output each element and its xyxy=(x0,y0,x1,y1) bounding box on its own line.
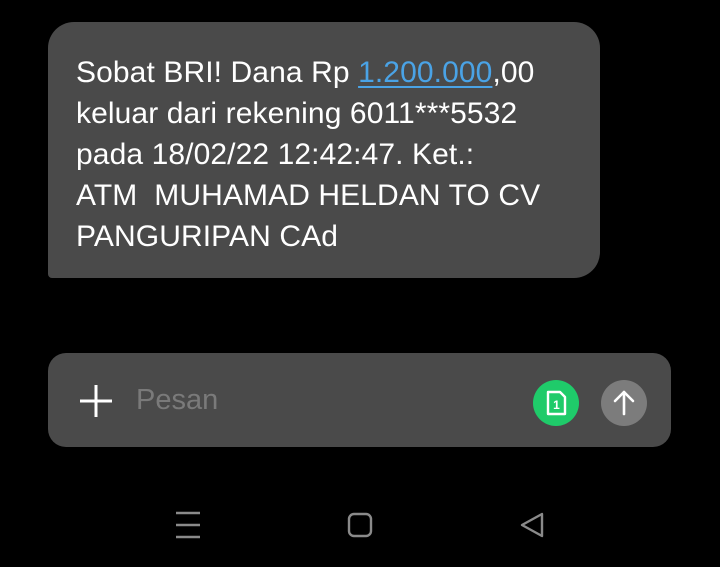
message-composer: 1 xyxy=(48,353,671,447)
menu-lines-icon[interactable] xyxy=(168,505,208,545)
message-text-suffix: ,00 xyxy=(492,56,535,89)
plus-icon[interactable] xyxy=(78,383,114,419)
sim-card-1-icon: 1 xyxy=(546,390,567,416)
triangle-back-icon[interactable] xyxy=(512,505,552,545)
message-bubble[interactable]: Sobat BRI! Dana Rp 1.200.000,00 keluar d… xyxy=(48,22,600,278)
amount-link[interactable]: 1.200.000 xyxy=(358,56,492,89)
message-text-prefix: Sobat BRI! Dana Rp xyxy=(76,56,359,89)
arrow-up-icon xyxy=(613,390,635,416)
system-navigation-bar xyxy=(0,495,720,555)
square-home-icon[interactable] xyxy=(340,505,380,545)
message-line-5: PANGURIPAN CAd xyxy=(76,220,339,253)
send-button[interactable] xyxy=(601,380,647,426)
sim-select-button[interactable]: 1 xyxy=(533,380,579,426)
message-line-2: keluar dari rekening 6011***5532 xyxy=(76,97,518,130)
message-line-3: pada 18/02/22 12:42:47. Ket.: xyxy=(76,138,475,171)
message-input[interactable] xyxy=(136,375,516,425)
message-line-4: ATM MUHAMAD HELDAN TO CV xyxy=(76,179,541,212)
message-line-1: Sobat BRI! Dana Rp 1.200.000,00 xyxy=(76,52,572,93)
sim-number-label: 1 xyxy=(553,398,560,412)
